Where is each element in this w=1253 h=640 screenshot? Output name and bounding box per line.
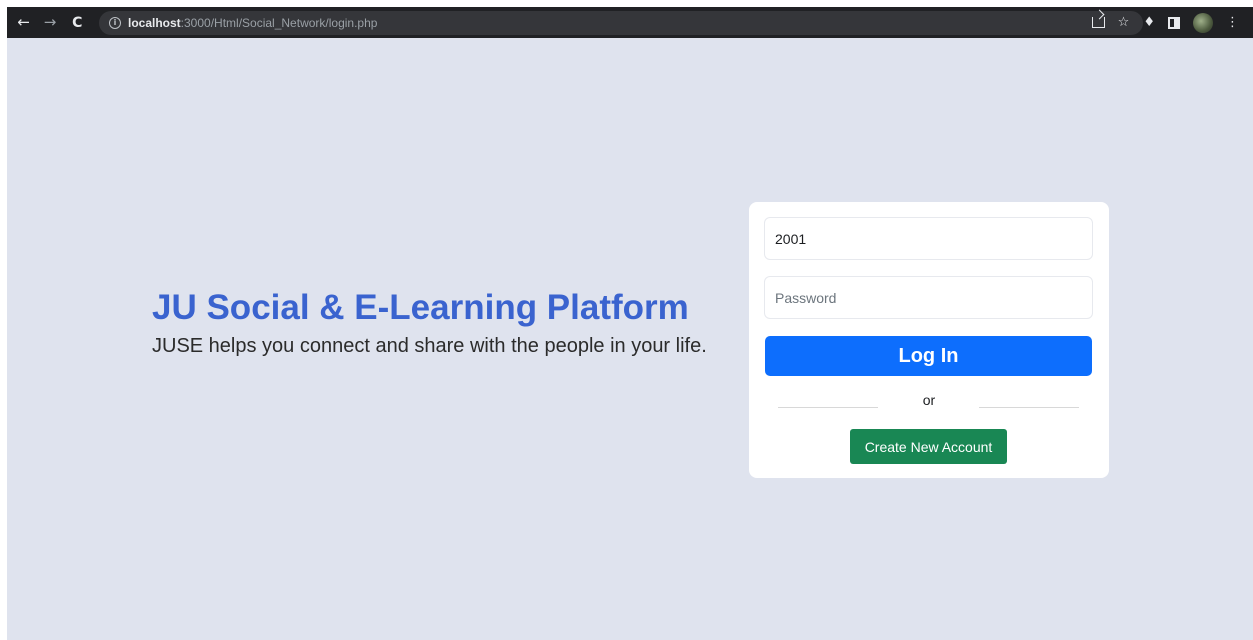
address-bar-actions: ☆ [1091,16,1130,29]
email-field[interactable] [764,217,1093,260]
forward-arrow-icon[interactable]: → [40,13,59,33]
reload-icon[interactable]: C [68,13,87,33]
brand-title: JU Social & E-Learning Platform [152,288,689,327]
brand-section: JU Social & E-Learning Platform JUSE hel… [152,288,742,358]
extensions-icon[interactable]: ♦ [1143,16,1155,29]
divider-text: or [922,392,936,408]
browser-toolbar: ← → C i localhost:3000/Html/Social_Netwo… [7,7,1253,38]
divider-line-right [979,407,1079,408]
info-icon[interactable]: i [108,16,121,29]
address-bar[interactable]: i localhost:3000/Html/Social_Network/log… [98,10,1144,35]
url-host: localhost [127,15,181,30]
url-path: :3000/Html/Social_Network/login.php [180,15,378,30]
toolbar-actions: ♦ ⋮ [1143,12,1239,33]
login-button[interactable]: Log In [765,336,1092,376]
profile-avatar[interactable] [1193,12,1213,33]
share-icon[interactable] [1091,17,1105,28]
login-card: Log In or Create New Account [749,202,1109,478]
menu-icon[interactable]: ⋮ [1226,16,1239,29]
create-account-button[interactable]: Create New Account [850,429,1007,464]
page-content: JU Social & E-Learning Platform JUSE hel… [7,38,1253,640]
url-text[interactable]: localhost:3000/Html/Social_Network/login… [128,16,377,30]
back-arrow-icon[interactable]: ← [14,13,33,33]
password-field[interactable] [764,276,1093,319]
brand-subtitle: JUSE helps you connect and share with th… [152,335,707,357]
side-panel-icon[interactable] [1168,16,1180,29]
divider: or [749,392,1109,410]
star-icon[interactable]: ☆ [1118,16,1130,29]
